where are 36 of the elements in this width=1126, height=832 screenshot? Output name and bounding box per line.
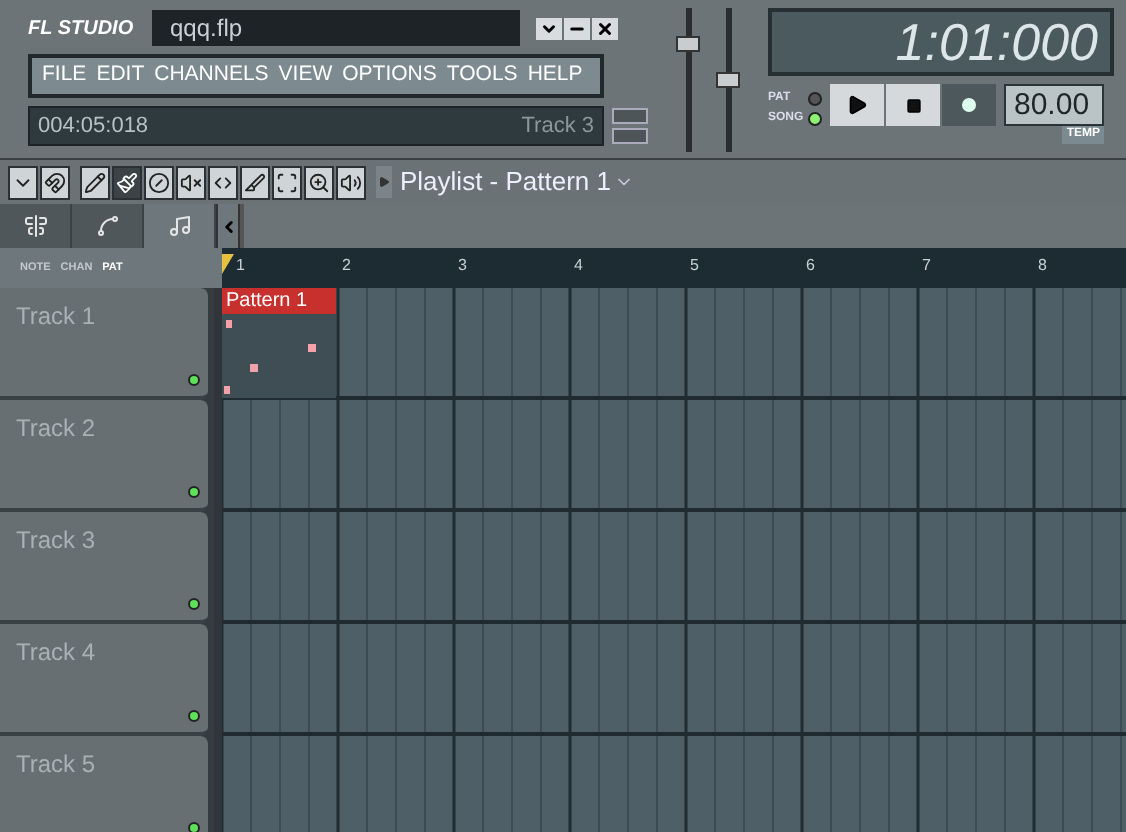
- bar-number: 8: [1038, 258, 1047, 274]
- bar-number: 6: [806, 258, 815, 274]
- song-time: 1:01:000: [895, 16, 1098, 68]
- menu-item[interactable]: FILE: [42, 60, 87, 92]
- bar-number: 7: [922, 258, 931, 274]
- app-logo: FL STUDIO: [28, 15, 136, 43]
- menu-item[interactable]: HELP: [527, 60, 583, 92]
- menu-item[interactable]: CHANNELS: [154, 60, 269, 92]
- track-header[interactable]: Track 1: [0, 288, 208, 400]
- track-name: Track 1: [16, 302, 96, 330]
- time-ruler[interactable]: 1 2 3 4 5 6 7 8: [222, 248, 1126, 288]
- filename-field: qqq.flp: [152, 10, 520, 46]
- menu-item[interactable]: VIEW: [278, 60, 333, 92]
- pattern-clip[interactable]: Pattern 1: [222, 288, 336, 398]
- menu-item[interactable]: EDIT: [96, 60, 145, 92]
- track-name: Track 4: [16, 638, 96, 666]
- playlist-title[interactable]: Playlist - Pattern 1: [400, 162, 611, 202]
- tempo-display[interactable]: 80.00: [1004, 84, 1104, 126]
- hint-text: Track 3: [521, 111, 594, 142]
- bar-number: 3: [458, 258, 467, 274]
- track-header[interactable]: Track 2: [0, 400, 208, 512]
- track-name: Track 5: [16, 750, 96, 778]
- menu-item[interactable]: TOOLS: [446, 60, 518, 92]
- track-header[interactable]: Track 3: [0, 512, 208, 624]
- menu-item[interactable]: OPTIONS: [342, 60, 437, 92]
- bar-number: 2: [342, 258, 351, 274]
- track-name: Track 3: [16, 526, 96, 554]
- tempo-value: 80.00: [1014, 90, 1090, 120]
- bar-number: 5: [690, 258, 699, 274]
- bar-number: 4: [574, 258, 583, 274]
- track-header[interactable]: Track 4: [0, 624, 208, 736]
- bar-number: 1: [236, 258, 245, 274]
- song-position: 004:05:018: [38, 111, 149, 142]
- clip-label: Pattern 1: [226, 291, 308, 311]
- track-header[interactable]: Track 5: [0, 736, 208, 832]
- track-name: Track 2: [16, 414, 96, 442]
